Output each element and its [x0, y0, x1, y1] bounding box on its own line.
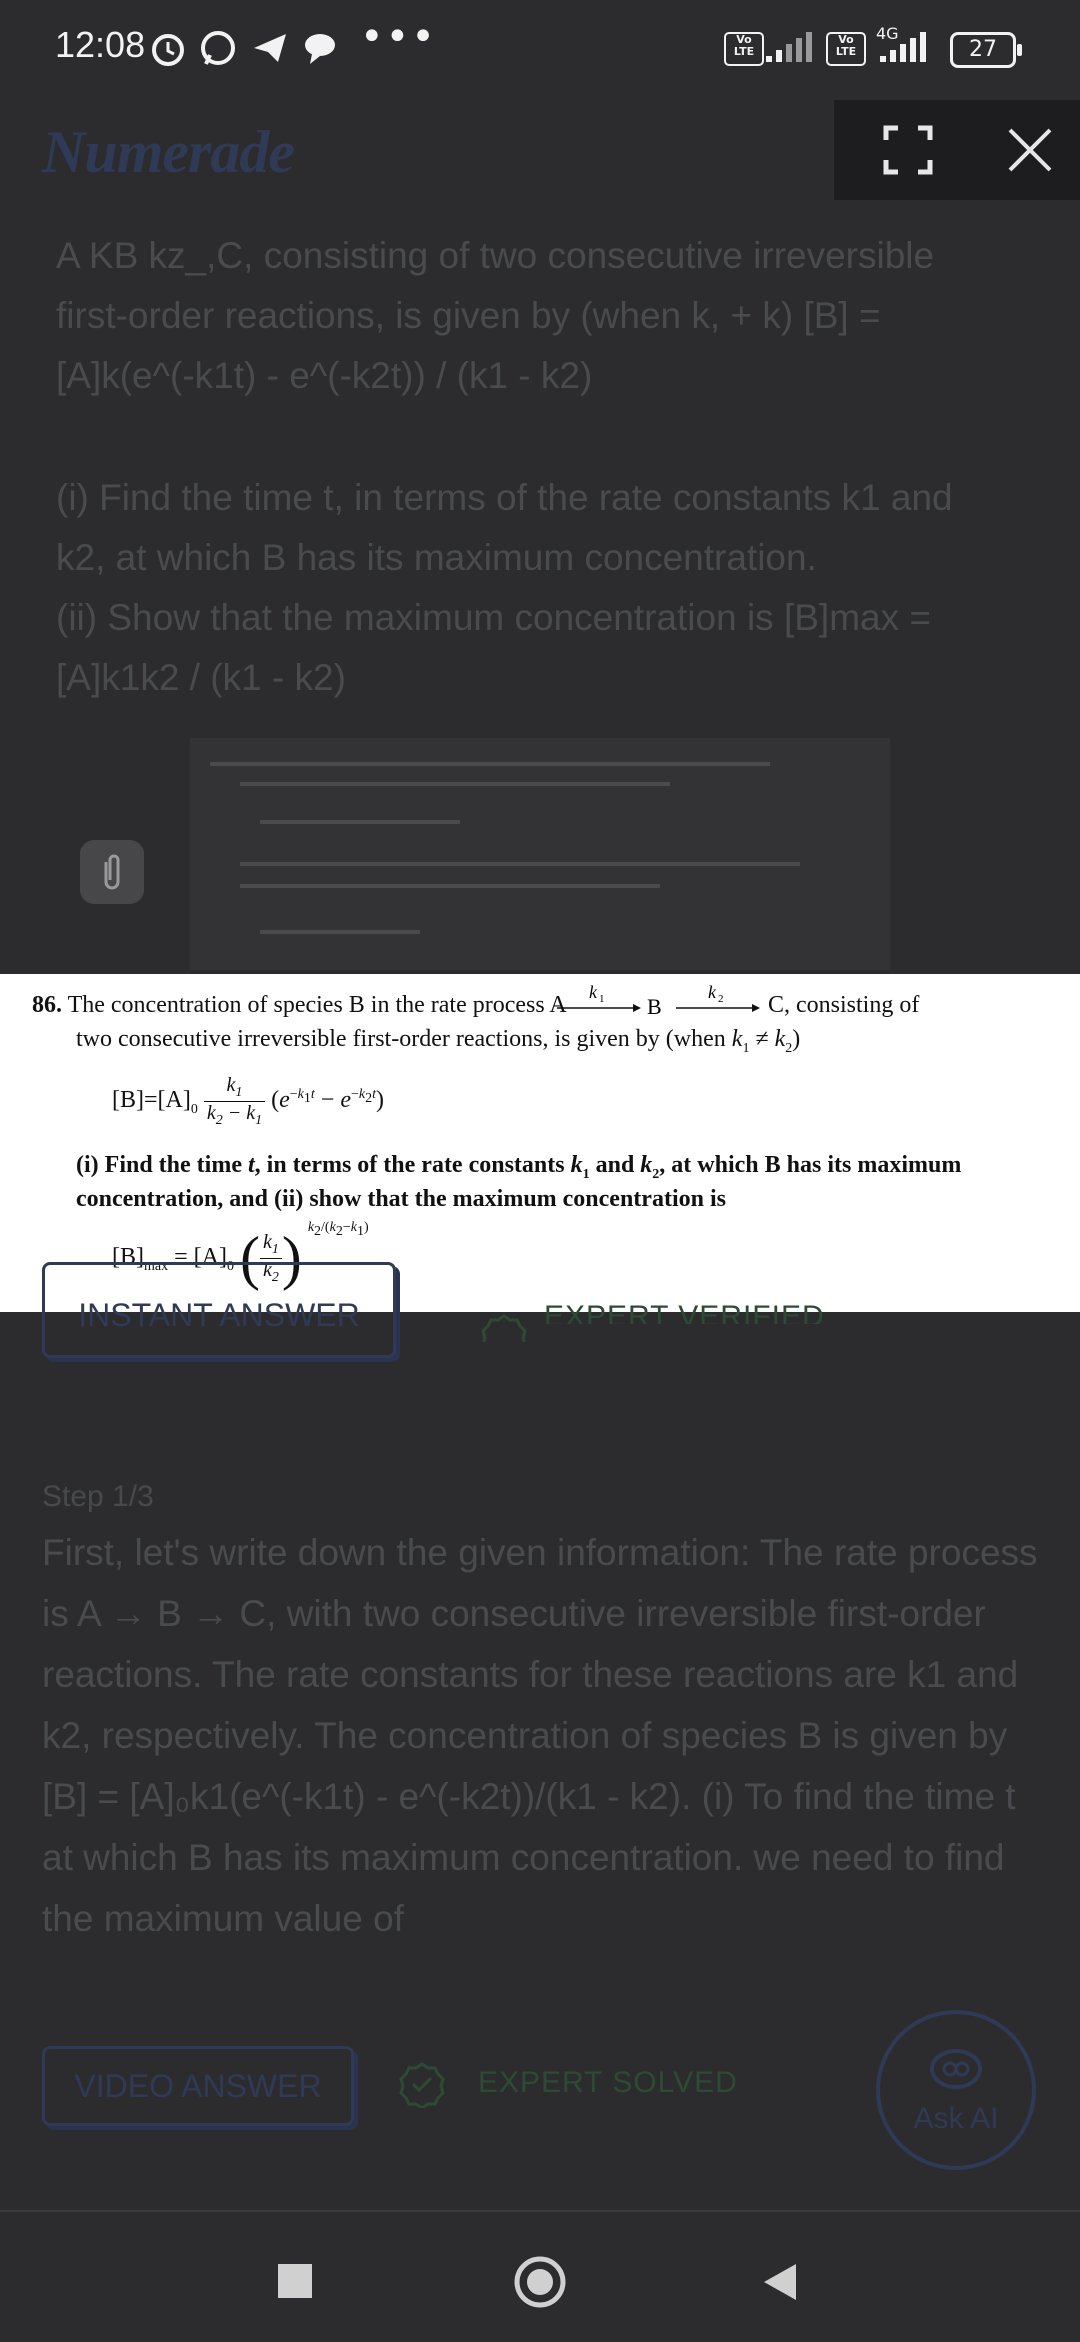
viewer-controls: [834, 100, 1080, 200]
popup-text: two consecutive irreversible first-order…: [76, 1026, 726, 1052]
question-line: first-order reactions, is given by (when…: [56, 295, 881, 336]
popup-text: (i) Find the time: [76, 1152, 242, 1178]
system-nav-bar: [0, 2210, 1080, 2342]
svg-text:1: 1: [599, 993, 605, 1005]
ask-ai-label: Ask AI: [913, 2102, 999, 2135]
video-answer-button[interactable]: VIDEO ANSWER: [42, 2046, 354, 2126]
battery-indicator: 27: [950, 32, 1022, 68]
clock: 12:08: [55, 24, 146, 65]
step-label: Step 1/3: [42, 1480, 154, 1513]
question-line: A KB kz_,C, consisting of two consecutiv…: [56, 235, 935, 276]
paperclip-icon: [104, 854, 120, 890]
whatsapp-icon: [201, 31, 235, 65]
volte-badge-1: Vo LTE: [724, 32, 764, 66]
popup-text: at which B has its maximum: [671, 1152, 962, 1178]
chat-bubble-icon: [305, 34, 335, 64]
fullscreen-icon[interactable]: [880, 122, 936, 178]
popup-text: C, consisting of: [768, 992, 920, 1018]
question-line: (i) Find the time t, in terms of the rat…: [56, 477, 953, 518]
reaction-arrows: k1 B: [557, 982, 662, 1018]
problem-number: 86.: [32, 992, 62, 1018]
home-button[interactable]: [512, 2254, 568, 2310]
video-answer-label: VIDEO ANSWER: [74, 2068, 322, 2104]
status-bar: 12:08 ••• Vo LTE Vo LTE 4G 27: [0, 0, 1080, 100]
instant-answer-label: INSTANT ANSWER: [78, 1297, 360, 1333]
back-button[interactable]: [760, 2260, 800, 2304]
svg-text:2: 2: [718, 993, 724, 1005]
more-notifications: •••: [360, 14, 437, 60]
expert-solved-badge-icon: [399, 2062, 445, 2108]
question-line: k2, at which B has its maximum concentra…: [56, 537, 817, 578]
telegram-icon: [254, 34, 286, 62]
svg-text:k: k: [708, 982, 717, 1002]
expert-solved-label: EXPERT SOLVED: [478, 2066, 738, 2099]
ai-brain-icon: [930, 2049, 982, 2089]
popup-text: concentration, and (ii) show that the ma…: [76, 1186, 726, 1212]
numerade-logo: Numerade: [42, 119, 295, 185]
recent-apps-button[interactable]: [278, 2264, 312, 2298]
alarm-icon: [152, 34, 184, 66]
svg-text:k: k: [589, 982, 598, 1002]
ask-ai-button[interactable]: Ask AI: [876, 2010, 1036, 2170]
signal-icon-2: [880, 32, 926, 62]
question-line: (ii) Show that the maximum concentration…: [56, 597, 931, 638]
volte-badge-2: Vo LTE: [826, 32, 866, 66]
popup-text: , in terms of the rate constants: [254, 1152, 565, 1178]
verified-check-icon: [480, 1312, 528, 1342]
attachment-button[interactable]: [80, 840, 144, 904]
close-icon[interactable]: [1000, 120, 1060, 180]
expert-verified-label: EXPERT VERIFIED: [544, 1300, 825, 1324]
popup-text: The concentration of species B in the ra…: [67, 992, 567, 1018]
question-image-thumbnail[interactable]: [190, 738, 890, 970]
svg-text:B: B: [647, 994, 662, 1018]
signal-icon: [766, 32, 812, 62]
question-line: [A]k(e^(-k1t) - e^(-k2t)) / (k1 - k2): [56, 355, 593, 396]
instant-answer-button[interactable]: INSTANT ANSWER: [42, 1262, 396, 1358]
solution-text: First, let's write down the given inform…: [42, 1532, 1038, 1939]
question-line: [A]k1k2 / (k1 - k2): [56, 657, 346, 698]
